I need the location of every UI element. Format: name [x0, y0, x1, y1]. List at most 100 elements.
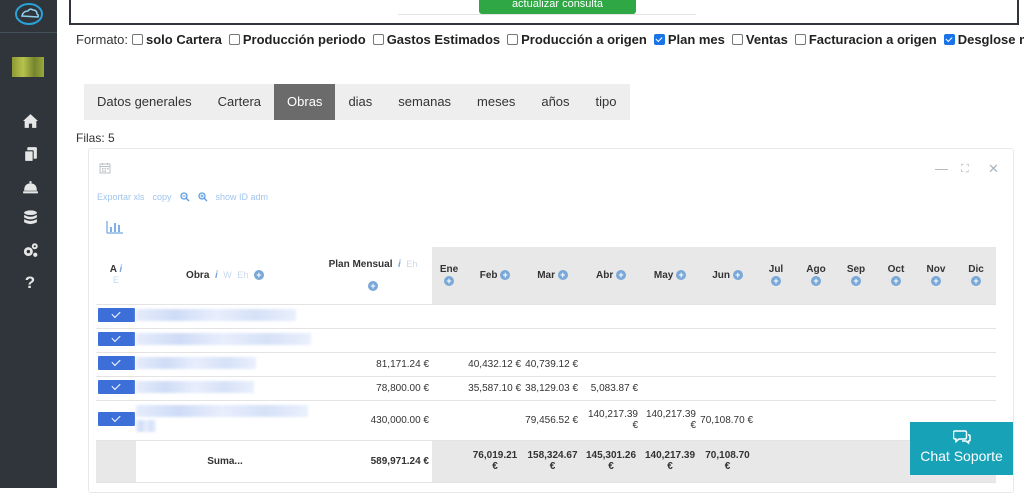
home-icon[interactable] [20, 111, 40, 131]
add-icon[interactable]: + [771, 275, 781, 286]
checkbox[interactable] [132, 34, 144, 45]
checkbox[interactable] [372, 34, 384, 45]
checkbox-checked[interactable] [653, 34, 665, 45]
add-icon[interactable]: + [444, 275, 454, 286]
tab-datos-generales[interactable]: Datos generales [84, 84, 205, 120]
add-icon[interactable]: + [368, 281, 378, 292]
eh-toggle[interactable]: Eh [406, 259, 417, 269]
option-produccion-origen[interactable]: Producción a origen [507, 32, 647, 47]
expand-icon[interactable]: ⛶ [961, 163, 969, 176]
checkbox[interactable] [228, 34, 240, 45]
database-icon[interactable] [20, 207, 40, 227]
calendar-icon[interactable] [99, 162, 111, 174]
checkbox-checked[interactable] [943, 34, 955, 45]
col-month-header[interactable]: Ago + [796, 247, 836, 305]
update-query-button[interactable]: actualizar consulta [479, 0, 636, 14]
service-bell-icon[interactable] [20, 176, 40, 196]
obra-name-redacted[interactable] [136, 328, 314, 353]
col-month-header[interactable]: Sep + [836, 247, 876, 305]
row-check-button[interactable] [97, 307, 135, 322]
col-obra-header[interactable]: Obra i W Eh + [136, 247, 314, 305]
col-plan-header[interactable]: Plan Mensual i Eh + [314, 247, 432, 305]
info-icon[interactable]: i [119, 264, 122, 275]
option-facturacion-origen[interactable]: Facturacion a origen [794, 32, 937, 47]
col-month-header[interactable]: Ene + [432, 247, 466, 305]
tab-anos[interactable]: años [528, 84, 582, 120]
row-check-button[interactable] [97, 411, 135, 426]
w-toggle[interactable]: W [223, 270, 232, 280]
add-icon[interactable]: + [616, 270, 626, 281]
cloud-logo[interactable] [14, 2, 44, 26]
col-a-header[interactable]: A iE [96, 247, 136, 305]
add-icon[interactable]: + [500, 270, 511, 281]
option-desglose-mensual[interactable]: Desglose mensual [943, 32, 1024, 47]
add-icon[interactable]: + [931, 275, 941, 286]
obra-name-redacted[interactable] [136, 376, 314, 401]
row-select[interactable] [96, 400, 136, 441]
tab-semanas[interactable]: semanas [385, 84, 464, 120]
add-icon[interactable]: + [732, 270, 743, 281]
zoom-out-icon[interactable] [179, 192, 190, 202]
documents-icon[interactable] [20, 144, 40, 164]
table-row[interactable] [96, 328, 996, 353]
tab-tipo[interactable]: tipo [583, 84, 630, 120]
add-icon[interactable]: + [811, 275, 821, 286]
settings-gears-icon[interactable] [20, 240, 40, 260]
table-header-row: A iE Obra i W Eh + Plan Mensual i Eh + En… [96, 247, 996, 305]
row-select[interactable] [96, 376, 136, 401]
col-month-header[interactable]: Oct + [876, 247, 916, 305]
add-icon[interactable]: + [676, 270, 687, 281]
show-id-link[interactable]: show ID adm [216, 192, 269, 202]
eh-toggle[interactable]: Eh [237, 270, 248, 280]
col-month-header[interactable]: Nov + [916, 247, 956, 305]
option-produccion-periodo[interactable]: Producción periodo [228, 32, 366, 47]
option-plan-mes[interactable]: Plan mes [653, 32, 725, 47]
option-gastos-estimados[interactable]: Gastos Estimados [372, 32, 500, 47]
table-row[interactable] [96, 304, 996, 329]
tab-cartera[interactable]: Cartera [205, 84, 274, 120]
user-avatar[interactable] [12, 57, 44, 77]
question-icon[interactable]: ? [20, 273, 40, 293]
col-month-header[interactable]: Dic + [956, 247, 996, 305]
checkbox[interactable] [794, 34, 806, 45]
table-row[interactable]: 430,000.00 € 79,456.52 € 140,217.39 € 14… [96, 400, 996, 441]
zoom-in-icon[interactable] [197, 192, 208, 202]
checkbox[interactable] [507, 34, 519, 45]
row-select[interactable] [96, 328, 136, 353]
table-row[interactable]: 81,171.24 € 40,432.12 € 40,739.12 € [96, 352, 996, 377]
obra-name-redacted[interactable] [136, 400, 314, 441]
copy-link[interactable]: copy [153, 192, 172, 202]
row-check-button[interactable] [97, 331, 135, 346]
row-check-button[interactable] [97, 379, 135, 394]
info-icon[interactable]: i [215, 270, 218, 281]
bar-chart-icon[interactable] [106, 220, 124, 234]
tab-meses[interactable]: meses [464, 84, 528, 120]
col-month-header[interactable]: Mar + [524, 247, 581, 305]
export-xls-link[interactable]: Exportar xls [97, 192, 145, 202]
col-month-header[interactable]: Feb + [466, 247, 524, 305]
add-icon[interactable]: + [971, 275, 981, 286]
table-row[interactable]: 78,800.00 € 35,587.10 € 38,129.03 € 5,08… [96, 376, 996, 401]
row-select[interactable] [96, 352, 136, 377]
chat-support-button[interactable]: Chat Soporte [910, 422, 1013, 475]
add-icon[interactable]: + [851, 275, 861, 286]
close-icon[interactable]: ✕ [988, 161, 999, 177]
obra-name-redacted[interactable] [136, 352, 314, 377]
row-check-button[interactable] [97, 355, 135, 370]
tab-dias[interactable]: dias [335, 84, 385, 120]
row-select[interactable] [96, 304, 136, 329]
tab-obras[interactable]: Obras [274, 84, 336, 120]
col-month-header[interactable]: May + [641, 247, 699, 305]
option-solo-cartera[interactable]: solo Cartera [132, 32, 222, 47]
obra-name-redacted[interactable] [136, 304, 314, 329]
col-month-header[interactable]: Jun + [699, 247, 756, 305]
checkbox[interactable] [731, 34, 743, 45]
col-month-header[interactable]: Jul + [756, 247, 796, 305]
add-icon[interactable]: + [253, 270, 264, 281]
add-icon[interactable]: + [891, 275, 901, 286]
minimize-icon[interactable]: — [935, 161, 948, 176]
col-month-header[interactable]: Abr + [581, 247, 641, 305]
option-ventas[interactable]: Ventas [731, 32, 788, 47]
info-icon[interactable]: i [398, 259, 401, 270]
add-icon[interactable]: + [557, 270, 568, 281]
